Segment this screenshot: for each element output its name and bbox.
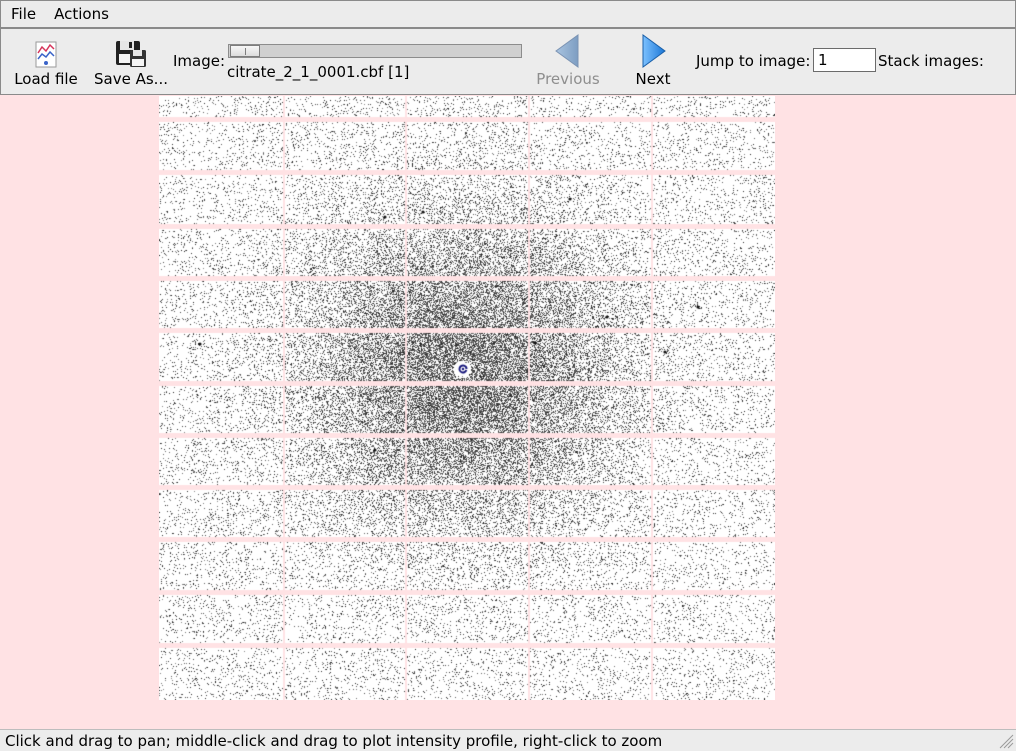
status-text: Click and drag to pan; middle-click and … — [5, 732, 663, 750]
next-label: Next — [635, 70, 671, 88]
status-bar: Click and drag to pan; middle-click and … — [0, 729, 1016, 751]
menu-actions[interactable]: Actions — [44, 1, 117, 27]
triangle-left-icon — [555, 34, 579, 68]
image-slider-handle[interactable] — [230, 45, 260, 57]
previous-button[interactable]: Previous — [531, 29, 605, 91]
load-file-label: Load file — [14, 70, 78, 88]
jump-to-image-label: Jump to image: — [696, 52, 811, 70]
menubar: File Actions — [0, 0, 1016, 28]
resize-grip-icon[interactable] — [997, 732, 1014, 749]
previous-label: Previous — [536, 70, 600, 88]
toolbar: Load file Save As... Image: citrate_2_1_… — [0, 28, 1016, 95]
next-button[interactable]: Next — [621, 29, 685, 91]
floppy-disk-icon — [116, 41, 146, 67]
image-filename: citrate_2_1_0001.cbf [1] — [227, 63, 410, 81]
chart-load-icon — [35, 41, 57, 68]
image-label: Image: — [173, 52, 226, 70]
load-file-button[interactable]: Load file — [11, 29, 81, 91]
menu-file[interactable]: File — [1, 1, 44, 27]
image-slider[interactable] — [228, 44, 522, 58]
diffraction-image[interactable] — [159, 96, 775, 700]
save-as-label: Save As... — [94, 70, 168, 88]
save-as-button[interactable]: Save As... — [91, 29, 171, 91]
stack-images-label: Stack images: — [878, 52, 984, 70]
triangle-right-icon — [642, 34, 666, 68]
image-viewer-window: File Actions Load file Save As... Image:… — [0, 0, 1016, 751]
jump-to-image-input[interactable] — [813, 48, 876, 72]
